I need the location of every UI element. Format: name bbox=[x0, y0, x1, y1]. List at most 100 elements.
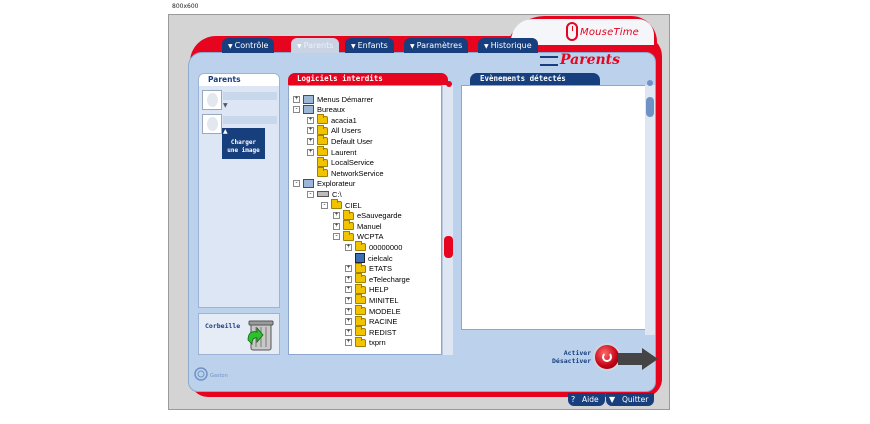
power-button[interactable] bbox=[593, 343, 621, 371]
tree-item-label: 00000000 bbox=[369, 242, 403, 252]
folder-icon bbox=[343, 209, 354, 220]
tab-parents[interactable]: ▼ Parents bbox=[291, 38, 340, 53]
aide-button[interactable]: ? Aide bbox=[568, 393, 605, 406]
tree-item[interactable]: - Bureaux bbox=[293, 105, 345, 115]
tree-item[interactable]: - Explorateur bbox=[293, 179, 355, 189]
collapse-icon[interactable]: - bbox=[293, 180, 300, 188]
expand-icon[interactable]: + bbox=[345, 275, 352, 283]
expand-icon[interactable]: + bbox=[345, 339, 352, 347]
tree-item[interactable]: + All Users bbox=[307, 124, 362, 136]
folder-icon bbox=[343, 220, 354, 231]
tree-item[interactable]: + txprn bbox=[345, 336, 386, 348]
tree-item[interactable]: - CIEL bbox=[321, 199, 362, 210]
power-icon bbox=[602, 352, 612, 362]
tree-item[interactable]: LocalService bbox=[307, 156, 374, 168]
tree-item-label: RACINE bbox=[369, 317, 398, 327]
tree-item-label: Default User bbox=[331, 136, 373, 146]
collapse-icon[interactable]: - bbox=[333, 233, 340, 241]
expand-icon[interactable]: + bbox=[345, 265, 352, 273]
parents-panel-title: Parents bbox=[199, 74, 279, 86]
tab-historique[interactable]: ▼ Historique bbox=[478, 38, 538, 53]
trash-icon[interactable] bbox=[246, 318, 274, 352]
activer-label: Activer Désactiver bbox=[552, 349, 592, 365]
tree-item-label: REDIST bbox=[369, 327, 397, 337]
tree-item-label: cielcalc bbox=[368, 253, 393, 263]
tree-scrollbar[interactable] bbox=[442, 81, 453, 355]
software-tree[interactable]: + Menus Démarrer - Bureaux + acacia1 + All User… bbox=[288, 85, 442, 355]
collapse-icon[interactable]: - bbox=[307, 190, 314, 198]
tree-item-label: NetworkService bbox=[331, 168, 384, 178]
tree-item-label: eSauvegarde bbox=[357, 211, 402, 221]
folder-icon bbox=[317, 167, 328, 178]
expand-icon[interactable]: + bbox=[307, 116, 314, 124]
parent-name-bar-1[interactable] bbox=[223, 92, 277, 100]
tab-arrow-icon: ▼ bbox=[228, 43, 233, 50]
tab-arrow-icon: ▼ bbox=[484, 43, 489, 50]
expand-icon[interactable]: + bbox=[345, 328, 352, 336]
mousetime-logo: MouseTime bbox=[580, 27, 640, 38]
logo-lines-icon bbox=[540, 56, 558, 66]
collapse-icon[interactable]: - bbox=[293, 106, 300, 114]
logiciels-title: Logiciels interdits bbox=[288, 73, 448, 85]
tree-item[interactable]: NetworkService bbox=[307, 167, 384, 178]
folder-icon bbox=[355, 241, 366, 252]
tree-item-label: All Users bbox=[331, 126, 362, 136]
scrollbar-thumb[interactable] bbox=[444, 236, 453, 258]
tree-item[interactable]: - C:\ bbox=[307, 189, 342, 199]
expand-icon[interactable]: + bbox=[307, 127, 314, 135]
tree-item[interactable]: + eTelecharge bbox=[345, 273, 410, 284]
tree-item[interactable]: + Default User bbox=[307, 135, 373, 146]
scroll-up-button[interactable] bbox=[446, 81, 452, 87]
expand-icon[interactable]: + bbox=[307, 137, 314, 145]
expand-icon[interactable]: + bbox=[333, 212, 340, 220]
arrow-right-icon bbox=[618, 348, 658, 370]
tab-parametres[interactable]: ▼ Paramètres bbox=[404, 38, 469, 53]
events-scrollbar[interactable] bbox=[645, 80, 655, 335]
folder-icon bbox=[355, 283, 366, 294]
tree-item[interactable]: + MODELE bbox=[345, 305, 401, 316]
tree-item[interactable]: + eSauvegarde bbox=[333, 209, 402, 221]
folder-icon bbox=[343, 230, 354, 241]
folder-icon bbox=[355, 273, 366, 284]
collapse-icon[interactable]: - bbox=[321, 201, 328, 209]
expand-icon[interactable]: + bbox=[333, 222, 340, 230]
expand-icon[interactable]: + bbox=[345, 307, 352, 315]
tree-item[interactable]: + MINITEL bbox=[345, 294, 399, 305]
tree-item[interactable]: cielcalc bbox=[345, 253, 393, 263]
charger-image-button[interactable]: Charger une image bbox=[222, 128, 265, 159]
expand-icon[interactable]: + bbox=[345, 296, 352, 304]
expand-icon[interactable]: + bbox=[345, 286, 352, 294]
tree-item[interactable]: +00000000 bbox=[345, 241, 403, 252]
folder-icon bbox=[317, 135, 328, 146]
expand-icon[interactable]: + bbox=[293, 95, 300, 103]
tree-item[interactable]: + ETATS bbox=[345, 262, 392, 274]
parent-avatar-1[interactable] bbox=[202, 90, 222, 110]
tree-item-label: WCPTA bbox=[357, 232, 384, 242]
tree-item[interactable]: + Menus Démarrer bbox=[293, 94, 373, 104]
tree-item[interactable]: + Manuel bbox=[333, 220, 382, 231]
events-list[interactable] bbox=[461, 85, 647, 330]
expand-icon[interactable]: + bbox=[345, 243, 352, 251]
tab-enfants[interactable]: ▼ Enfants bbox=[345, 38, 394, 53]
tree-item[interactable]: - WCPTA bbox=[333, 230, 384, 242]
tree-item[interactable]: + HELP bbox=[345, 283, 389, 295]
computer-icon bbox=[303, 179, 314, 189]
tree-item-label: CIEL bbox=[345, 200, 362, 210]
scroll-up-button[interactable] bbox=[647, 80, 653, 86]
tree-item[interactable]: + Laurent bbox=[307, 146, 356, 157]
gaston-logo: Gaston bbox=[194, 367, 228, 381]
tree-item[interactable]: + acacia1 bbox=[307, 114, 357, 125]
expand-icon[interactable]: + bbox=[307, 148, 314, 156]
tab-controle[interactable]: ▼ Contrôle bbox=[222, 38, 275, 53]
quit-icon: ▼ bbox=[609, 395, 616, 404]
parent-name-bar-2[interactable] bbox=[223, 116, 277, 124]
quitter-button[interactable]: ▼ Quitter bbox=[606, 393, 655, 406]
tree-item[interactable]: + RACINE bbox=[345, 315, 398, 327]
drive-icon bbox=[317, 191, 329, 198]
scrollbar-thumb[interactable] bbox=[646, 97, 654, 117]
expand-icon[interactable]: + bbox=[345, 318, 352, 326]
parent-avatar-2[interactable] bbox=[202, 114, 222, 134]
folder-icon bbox=[317, 146, 328, 156]
dropdown-arrow-icon[interactable]: ▼ bbox=[223, 102, 228, 109]
tree-item[interactable]: + REDIST bbox=[345, 326, 397, 337]
